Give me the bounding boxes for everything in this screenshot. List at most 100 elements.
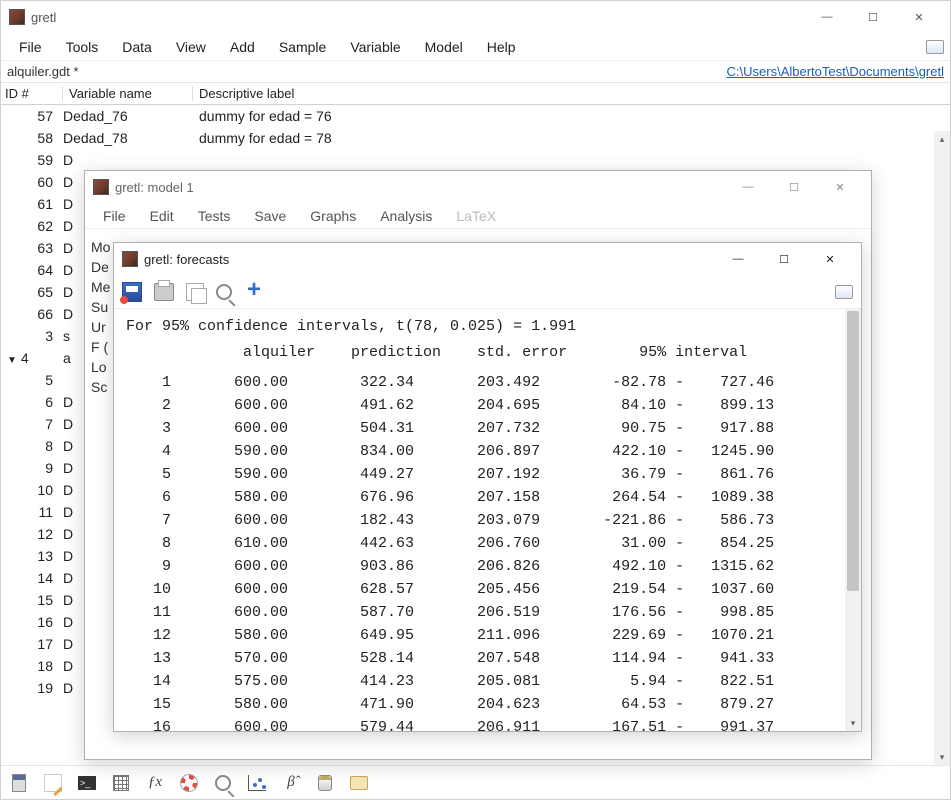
menu-model[interactable]: Model: [413, 35, 475, 59]
model-menu-edit[interactable]: Edit: [138, 206, 186, 226]
model-menu-latex: LaTeX: [444, 206, 508, 226]
forecast-minimize-button[interactable]: —: [715, 244, 761, 274]
model-close-button[interactable]: ✕: [817, 172, 863, 202]
forecast-data-row: 12 580.00 649.95 211.096 229.69 - 1070.2…: [114, 624, 861, 647]
zoom-icon[interactable]: [213, 773, 233, 793]
minimize-button[interactable]: —: [804, 2, 850, 32]
cell-id: 59: [1, 152, 63, 168]
forecast-maximize-button[interactable]: ☐: [761, 244, 807, 274]
table-row[interactable]: 58Dedad_78dummy for edad = 78: [1, 127, 950, 149]
menu-file[interactable]: File: [7, 35, 54, 59]
model-minimize-button[interactable]: —: [725, 172, 771, 202]
forecast-data-row: 13 570.00 528.14 207.548 114.94 - 941.33: [114, 647, 861, 670]
forecast-data-row: 7 600.00 182.43 203.079 -221.86 - 586.73: [114, 509, 861, 532]
copy-icon[interactable]: [186, 283, 204, 301]
forecast-close-button[interactable]: ✕: [807, 244, 853, 274]
calculator-icon[interactable]: [9, 773, 29, 793]
col-descriptive-label[interactable]: Descriptive label: [193, 86, 950, 101]
scroll-down-arrow[interactable]: ▾: [845, 715, 861, 731]
menu-sample[interactable]: Sample: [267, 35, 338, 59]
cell-id: 9: [1, 460, 63, 476]
app-title: gretl: [31, 10, 804, 25]
cell-id: 17: [1, 636, 63, 652]
cell-variable: Dedad_76: [63, 108, 193, 124]
model-menu-tests[interactable]: Tests: [186, 206, 243, 226]
cell-id: 7: [1, 416, 63, 432]
forecast-column-header: alquiler prediction std. error 95% inter…: [114, 344, 861, 361]
cell-id: 11: [1, 504, 63, 520]
fx-icon[interactable]: ƒx: [145, 773, 165, 793]
model-menu-save[interactable]: Save: [242, 206, 298, 226]
folder-icon[interactable]: [349, 773, 369, 793]
print-icon[interactable]: [154, 283, 174, 301]
cell-id: 61: [1, 196, 63, 212]
cell-id: 8: [1, 438, 63, 454]
col-variable-name[interactable]: Variable name: [63, 86, 193, 101]
forecast-data-row: 15 580.00 471.90 204.623 64.53 - 879.27: [114, 693, 861, 716]
menu-data[interactable]: Data: [110, 35, 164, 59]
menu-view[interactable]: View: [164, 35, 218, 59]
forecast-data-row: 5 590.00 449.27 207.192 36.79 - 861.76: [114, 463, 861, 486]
grid-icon[interactable]: [111, 773, 131, 793]
model-maximize-button[interactable]: ☐: [771, 172, 817, 202]
model-menu-graphs[interactable]: Graphs: [298, 206, 368, 226]
cell-variable: D: [63, 152, 193, 168]
app-icon: [9, 9, 25, 25]
forecast-scrollbar[interactable]: ▴ ▾: [845, 309, 861, 731]
maximize-button[interactable]: ☐: [850, 2, 896, 32]
cell-id: 5: [1, 372, 63, 388]
lifebuoy-icon[interactable]: [179, 773, 199, 793]
scroll-down-arrow[interactable]: ▾: [934, 749, 950, 765]
table-row[interactable]: 57Dedad_76dummy for edad = 76: [1, 105, 950, 127]
plus-icon[interactable]: +: [244, 282, 264, 302]
windows-icon[interactable]: [926, 40, 944, 54]
forecast-data-row: 3 600.00 504.31 207.732 90.75 - 917.88: [114, 417, 861, 440]
forecast-data-row: 14 575.00 414.23 205.081 5.94 - 822.51: [114, 670, 861, 693]
cell-id: 15: [1, 592, 63, 608]
forecast-data-row: 9 600.00 903.86 206.826 492.10 - 1315.62: [114, 555, 861, 578]
forecast-data-row: 1 600.00 322.34 203.492 -82.78 - 727.46: [114, 371, 861, 394]
variable-table-header: ID # Variable name Descriptive label: [1, 83, 950, 105]
model-menubar: File Edit Tests Save Graphs Analysis LaT…: [85, 203, 871, 229]
close-button[interactable]: ✕: [896, 2, 942, 32]
bottom-toolbar: >_ ƒx β̂: [1, 765, 950, 799]
menu-variable[interactable]: Variable: [338, 35, 412, 59]
scroll-thumb[interactable]: [847, 311, 859, 591]
cell-id: 12: [1, 526, 63, 542]
forecast-window: gretl: forecasts — ☐ ✕ + For 95% confide…: [113, 242, 862, 732]
cell-id: 18: [1, 658, 63, 674]
terminal-icon[interactable]: >_: [77, 773, 97, 793]
menu-tools[interactable]: Tools: [54, 35, 111, 59]
model-menu-file[interactable]: File: [91, 206, 138, 226]
cell-id: 19: [1, 680, 63, 696]
forecast-data-row: 2 600.00 491.62 204.695 84.10 - 899.13: [114, 394, 861, 417]
model-menu-analysis[interactable]: Analysis: [368, 206, 444, 226]
scroll-up-arrow[interactable]: ▴: [934, 131, 950, 147]
table-row[interactable]: 59D: [1, 149, 950, 171]
cell-id: 4: [1, 350, 63, 366]
save-icon[interactable]: [122, 282, 142, 302]
col-id[interactable]: ID #: [1, 86, 63, 101]
main-titlebar[interactable]: gretl — ☐ ✕: [1, 1, 950, 33]
forecast-titlebar[interactable]: gretl: forecasts — ☐ ✕: [114, 243, 861, 275]
database-icon[interactable]: [315, 773, 335, 793]
scatter-icon[interactable]: [247, 773, 267, 793]
main-scrollbar[interactable]: ▴ ▾: [934, 131, 950, 765]
model-titlebar[interactable]: gretl: model 1 — ☐ ✕: [85, 171, 871, 203]
menu-help[interactable]: Help: [475, 35, 528, 59]
beta-hat-icon[interactable]: β̂: [281, 773, 301, 793]
forecast-toolbar: +: [114, 275, 861, 309]
model-title: gretl: model 1: [115, 180, 725, 195]
cell-description: dummy for edad = 76: [193, 108, 950, 124]
windows-icon[interactable]: [835, 285, 853, 299]
edit-icon[interactable]: [43, 773, 63, 793]
cell-id: 57: [1, 108, 63, 124]
cell-id: 3: [1, 328, 63, 344]
forecast-title: gretl: forecasts: [144, 252, 715, 267]
zoom-icon[interactable]: [216, 284, 232, 300]
cell-id: 13: [1, 548, 63, 564]
dataset-path[interactable]: C:\Users\AlbertoTest\Documents\gretl: [727, 64, 944, 79]
forecast-rows: 1 600.00 322.34 203.492 -82.78 - 727.46 …: [114, 371, 861, 731]
menu-add[interactable]: Add: [218, 35, 267, 59]
forecast-data-row: 16 600.00 579.44 206.911 167.51 - 991.37: [114, 716, 861, 731]
